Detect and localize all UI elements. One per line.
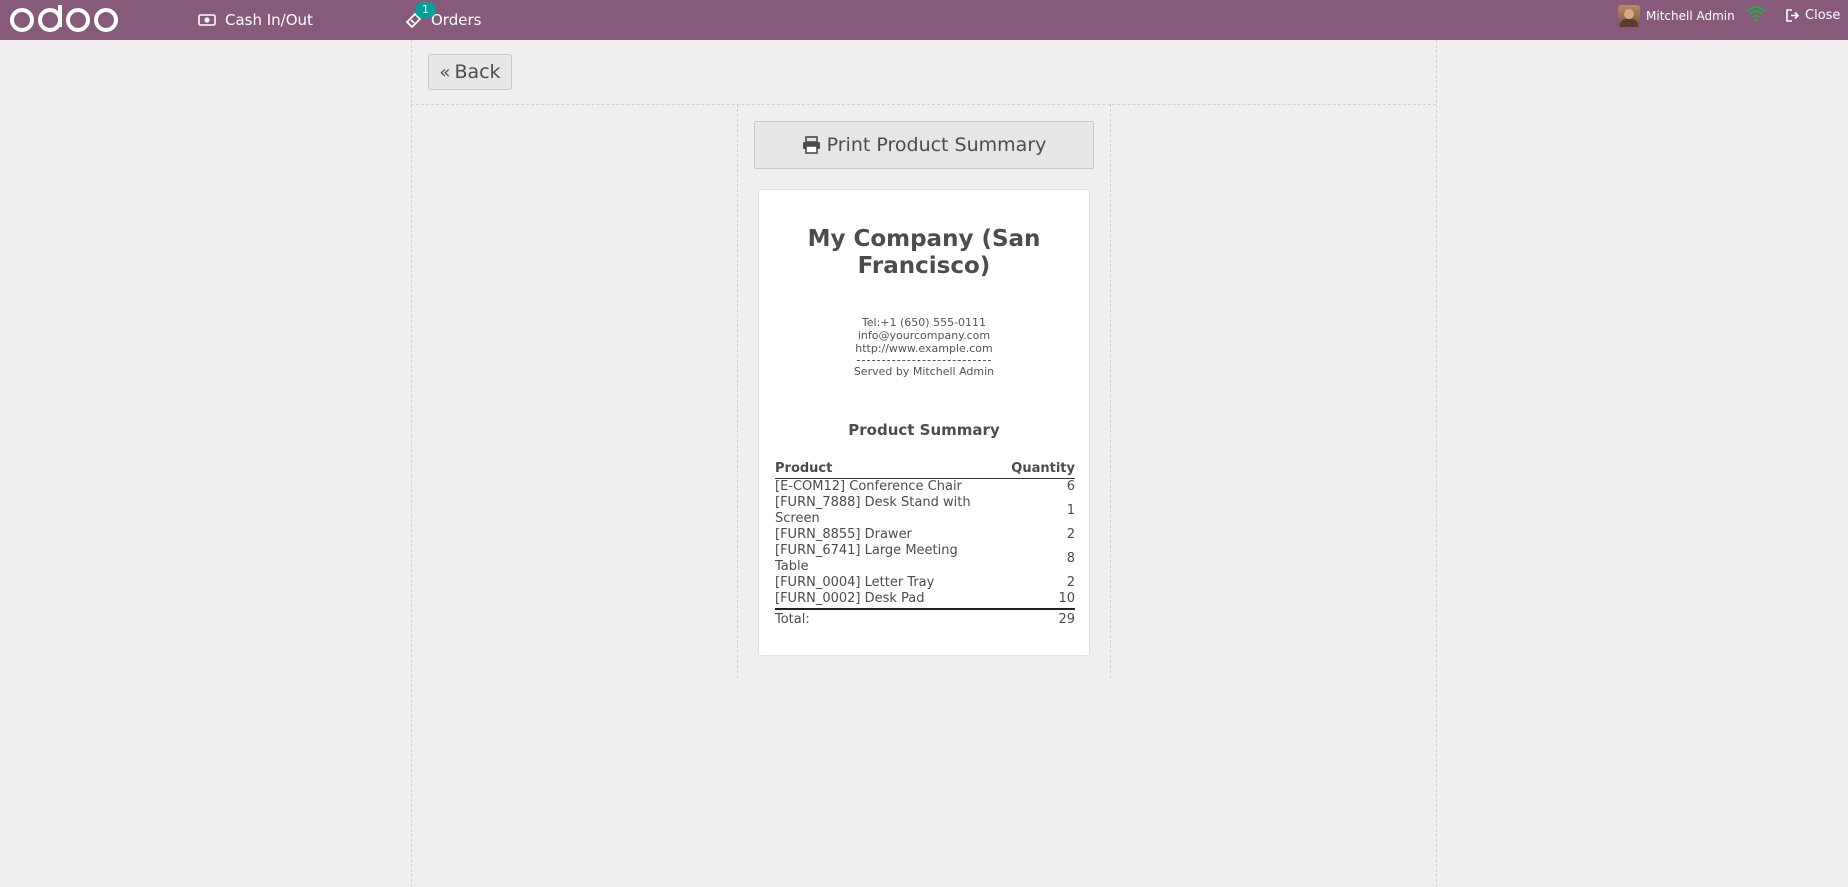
product-name: [FURN_0002] Desk Pad	[775, 591, 925, 606]
column-header-quantity: Quantity	[1011, 461, 1075, 476]
frame-line	[737, 104, 738, 678]
wifi-icon	[1746, 6, 1766, 22]
frame-line	[1436, 40, 1437, 887]
receipt: My Company (San Francisco) Tel:+1 (650) …	[758, 189, 1090, 656]
close-button[interactable]: Close	[1786, 0, 1840, 30]
orders-count-badge: 1	[415, 2, 436, 18]
user-name: Mitchell Admin	[1646, 9, 1735, 23]
product-qty: 8	[1066, 551, 1075, 566]
served-by: Served by Mitchell Admin	[853, 365, 995, 378]
back-label: Back	[454, 61, 501, 83]
frame-line	[411, 40, 412, 887]
company-website: http://www.example.com	[855, 342, 993, 355]
product-qty: 2	[1066, 527, 1075, 542]
total-label: Total:	[775, 612, 810, 627]
double-chevron-left-icon: «	[439, 61, 451, 83]
product-name: [E-COM12] Conference Chair	[775, 479, 962, 494]
print-label: Print Product Summary	[826, 134, 1047, 156]
table-row: [FURN_0004] Letter Tray 2	[775, 575, 1075, 591]
table-row: [FURN_6741] Large Meeting Table 8	[775, 543, 1075, 575]
table-row: [FURN_7888] Desk Stand with Screen 1	[775, 495, 1075, 527]
column-header-product: Product	[775, 461, 833, 476]
product-name: [FURN_6741] Large Meeting Table	[775, 543, 958, 574]
company-email: info@yourcompany.com	[857, 329, 991, 342]
product-qty: 6	[1066, 479, 1075, 494]
user-menu[interactable]: Mitchell Admin	[1618, 0, 1735, 32]
frame-line	[411, 104, 1436, 105]
top-navbar: Cash In/Out Orders 1 Mitchell Admin Clos…	[0, 0, 1848, 40]
product-qty: 10	[1058, 591, 1075, 606]
total-value: 29	[1058, 612, 1075, 627]
table-header: Product Quantity	[775, 461, 1075, 479]
frame-line	[1110, 104, 1111, 678]
company-contact: Tel:+1 (650) 555-0111 info@yourcompany.c…	[759, 316, 1089, 378]
orders-label: Orders	[431, 11, 482, 29]
cash-in-out-label: Cash In/Out	[225, 11, 313, 29]
table-row: [FURN_0002] Desk Pad 10	[775, 591, 1075, 607]
product-qty: 2	[1066, 575, 1075, 590]
total-row: Total: 29	[775, 608, 1075, 627]
table-row: [E-COM12] Conference Chair 6	[775, 479, 1075, 495]
table-row: [FURN_8855] Drawer 2	[775, 527, 1075, 543]
divider	[857, 360, 991, 361]
money-icon	[198, 13, 216, 27]
sign-out-icon	[1786, 8, 1800, 22]
printer-icon	[802, 136, 821, 154]
close-label: Close	[1805, 7, 1841, 23]
company-tel: Tel:+1 (650) 555-0111	[861, 316, 987, 329]
summary-title: Product Summary	[848, 421, 1000, 439]
back-button[interactable]: « Back	[428, 54, 512, 90]
odoo-logo	[10, 5, 118, 32]
print-product-summary-button[interactable]: Print Product Summary	[754, 121, 1094, 169]
product-name: [FURN_8855] Drawer	[775, 527, 912, 542]
company-name: My Company (San Francisco)	[807, 226, 1041, 279]
product-name: [FURN_0004] Letter Tray	[775, 575, 935, 590]
product-name: [FURN_7888] Desk Stand with Screen	[775, 495, 971, 526]
product-qty: 1	[1066, 503, 1075, 518]
product-summary-table: Product Quantity [E-COM12] Conference Ch…	[775, 461, 1075, 607]
cash-in-out-button[interactable]: Cash In/Out	[198, 0, 313, 40]
avatar	[1618, 5, 1640, 27]
